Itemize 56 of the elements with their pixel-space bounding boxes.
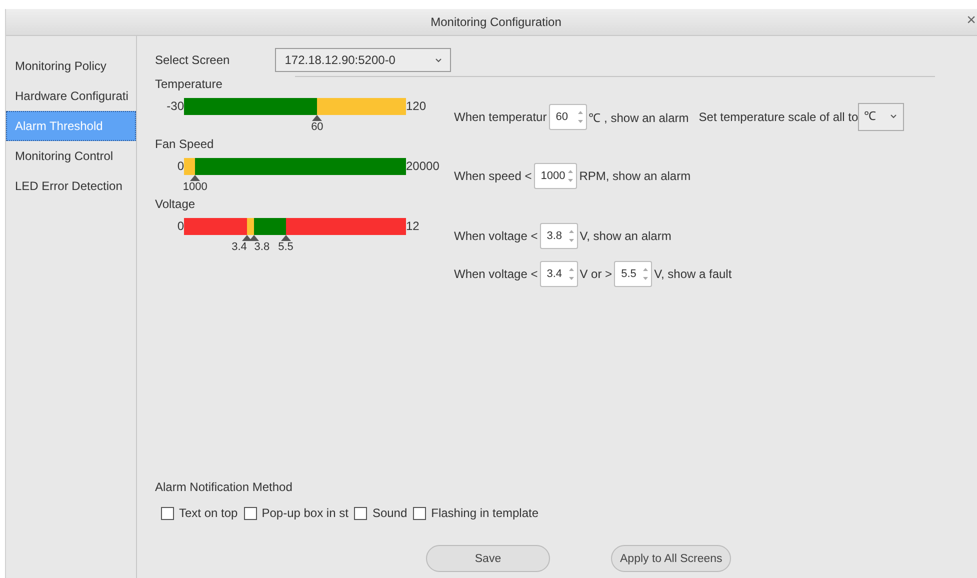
notification-heading: Alarm Notification Method <box>155 480 294 494</box>
rule-text: Set temperature scale of all to <box>698 110 858 124</box>
sidebar-item[interactable]: Monitoring Policy <box>6 51 136 81</box>
marker-icon[interactable] <box>242 234 252 240</box>
screen-dropdown[interactable]: 172.18.12.90:5200-0 <box>274 48 451 72</box>
marker-value: 3.8 <box>254 240 270 252</box>
notification-checkbox[interactable]: Text on top <box>161 506 238 520</box>
notification-checkbox[interactable]: Pop-up box in st <box>244 506 348 520</box>
number-field[interactable]: 60 <box>548 104 587 130</box>
sensor-label: Fan Speed <box>155 137 215 151</box>
rule-text: When voltage < <box>454 267 538 281</box>
min-value: 0 <box>176 159 184 173</box>
checkbox[interactable] <box>413 506 426 520</box>
min-value: -30 <box>166 99 184 113</box>
unit-dropdown[interactable]: ℃ <box>858 103 904 131</box>
number-field[interactable]: 3.8 <box>540 223 578 249</box>
marker-icon[interactable] <box>312 114 322 120</box>
number-field[interactable]: 5.5 <box>614 261 652 287</box>
rule-text: V, show an alarm <box>580 229 672 243</box>
marker-value: 1000 <box>182 180 208 192</box>
rule-text: When voltage < <box>454 229 538 243</box>
sidebar-item[interactable]: LED Error Detection <box>6 171 136 201</box>
action-button[interactable]: Save <box>426 545 550 572</box>
chevron-icon <box>890 114 898 119</box>
rule-text: V, show a fault <box>654 267 732 281</box>
marker-value: 3.4 <box>232 240 247 252</box>
notification-checkbox[interactable]: Sound <box>354 506 408 520</box>
marker-value: 5.5 <box>278 240 294 252</box>
rule-text: When temperatur <box>454 110 547 124</box>
marker-value: 60 <box>311 120 324 132</box>
rule-text: V or > <box>580 267 612 281</box>
checkbox[interactable] <box>161 506 174 520</box>
number-field[interactable]: 1000 <box>534 163 578 189</box>
marker-icon[interactable] <box>280 234 291 240</box>
sensor-label: Temperature <box>155 77 224 91</box>
sidebar-item[interactable]: Monitoring Control <box>6 141 136 171</box>
select-screen-label: Select Screen <box>155 53 230 67</box>
rule-text: ℃ , show an alarm <box>588 110 689 126</box>
rule-text: RPM, show an alarm <box>579 169 691 183</box>
max-value: 20000 <box>406 159 440 173</box>
checkbox[interactable] <box>244 506 257 520</box>
action-button[interactable]: Apply to All Screens <box>611 545 732 572</box>
checkbox[interactable] <box>354 506 368 520</box>
chevron-icon <box>434 58 442 62</box>
min-value: 0 <box>176 219 184 233</box>
rule-text: When speed < <box>454 169 532 183</box>
max-value: 120 <box>406 99 428 113</box>
window-title: Monitoring Configuration <box>430 15 562 29</box>
max-value: 12 <box>406 219 420 233</box>
marker-icon[interactable] <box>190 174 200 180</box>
sidebar-item[interactable]: Hardware Configurati <box>6 81 136 111</box>
marker-icon[interactable] <box>249 234 260 240</box>
sensor-label: Voltage <box>155 197 196 211</box>
close-button[interactable]: × <box>966 13 976 29</box>
notification-checkbox[interactable]: Flashing in template <box>413 506 539 520</box>
number-field[interactable]: 3.4 <box>540 261 578 287</box>
